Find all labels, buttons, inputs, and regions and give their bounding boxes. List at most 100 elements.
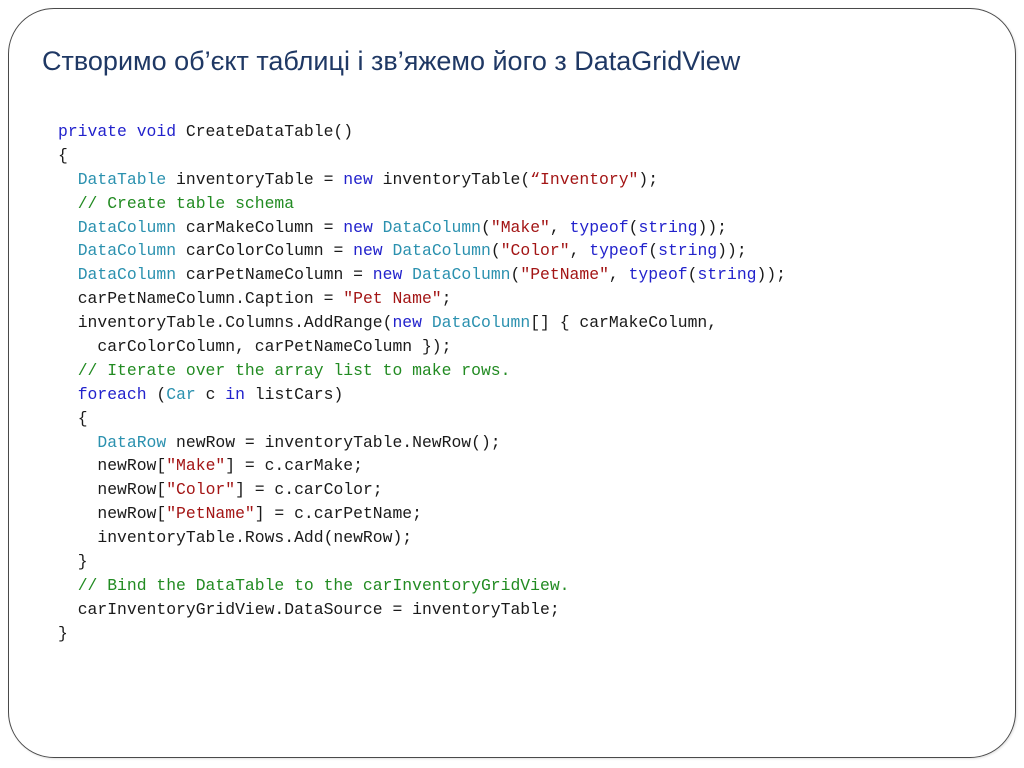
code-text: ( (481, 217, 491, 237)
string-literal: "Make" (490, 217, 550, 237)
code-text: ( (490, 241, 501, 261)
keyword: typeof (589, 241, 649, 261)
type-name: DataColumn (382, 217, 482, 237)
code-text: )); (717, 241, 747, 261)
keyword: new (343, 217, 373, 237)
code-text: )); (756, 265, 787, 285)
type-name: DataColumn (77, 241, 177, 261)
code-line: // Create table schema (58, 192, 786, 216)
keyword: new (392, 313, 422, 333)
code-line: inventoryTable.Columns.AddRange(new Data… (58, 311, 786, 335)
string-literal: "PetName" (166, 504, 255, 524)
code-line: DataColumn carPetNameColumn = new DataCo… (58, 263, 786, 287)
keyword: string (658, 241, 718, 261)
code-line: { (58, 407, 786, 431)
keyword: private void (58, 122, 177, 141)
keyword: new (353, 241, 383, 261)
code-line: DataColumn carColorColumn = new DataColu… (58, 239, 786, 263)
code-text: carMakeColumn = (176, 217, 344, 237)
code-text: c (195, 384, 226, 404)
code-line: // Bind the DataTable to the carInventor… (58, 574, 786, 598)
code-text: carPetNameColumn.Caption = (77, 289, 344, 309)
code-text: inventoryTable.Rows.Add(newRow); (97, 528, 413, 548)
keyword: foreach (77, 384, 147, 404)
keyword: string (638, 217, 698, 237)
keyword: typeof (569, 217, 629, 237)
code-text: ] = c.carPetName; (254, 504, 422, 524)
code-line: newRow["Make"] = c.carMake; (58, 454, 786, 478)
code-line: carPetNameColumn.Caption = "Pet Name"; (58, 287, 786, 311)
code-text: inventoryTable = (166, 169, 344, 189)
code-line: foreach (Car c in listCars) (58, 383, 786, 407)
code-text: ( (146, 384, 167, 404)
type-name: DataTable (77, 169, 167, 189)
code-text: inventoryTable.Columns.AddRange( (77, 313, 393, 333)
code-line: DataColumn carMakeColumn = new DataColum… (58, 216, 786, 240)
code-text: ( (648, 241, 659, 261)
code-text: newRow = inventoryTable.NewRow(); (166, 432, 501, 452)
code-text: ; (441, 289, 452, 309)
comment: // Create table schema (77, 193, 295, 213)
type-name: DataColumn (412, 265, 511, 285)
code-text: ( (510, 265, 521, 285)
slide-title: Створимо об’єкт таблиці і зв’яжемо його … (42, 46, 741, 76)
keyword: in (225, 384, 245, 404)
code-text: } (77, 552, 88, 572)
code-line: newRow["Color"] = c.carColor; (58, 478, 786, 502)
code-line: carColorColumn, carPetNameColumn }); (58, 335, 786, 359)
code-text: [] { carMakeColumn, (530, 313, 718, 333)
string-literal: "Color" (166, 480, 236, 500)
type-name: DataColumn (77, 265, 177, 285)
code-text: } (58, 623, 68, 643)
code-text: newRow[ (97, 456, 167, 476)
code-line: } (58, 622, 786, 646)
code-text: ( (687, 265, 698, 285)
string-literal: “Inventory" (530, 169, 639, 189)
string-literal: "Pet Name" (343, 289, 442, 309)
type-name: DataRow (97, 432, 167, 452)
keyword: typeof (628, 265, 688, 285)
code-line: private void CreateDataTable() (58, 120, 786, 144)
code-line: } (58, 550, 786, 574)
code-text: carColorColumn = (176, 241, 354, 261)
keyword: string (697, 265, 757, 285)
code-line: carInventoryGridView.DataSource = invent… (58, 598, 786, 622)
code-text: CreateDataTable() (176, 122, 354, 141)
type-name: DataColumn (431, 313, 531, 333)
code-line: // Iterate over the array list to make r… (58, 359, 786, 383)
code-text: inventoryTable( (372, 169, 531, 189)
string-literal: "Make" (166, 456, 226, 476)
code-text: ); (638, 169, 659, 189)
code-text: carPetNameColumn = (176, 265, 373, 285)
code-text: , (569, 241, 590, 261)
string-literal: "Color" (500, 241, 570, 261)
string-literal: "PetName" (520, 265, 609, 285)
code-line: newRow["PetName"] = c.carPetName; (58, 502, 786, 526)
code-text: newRow[ (97, 480, 167, 500)
code-line: inventoryTable.Rows.Add(newRow); (58, 526, 786, 550)
keyword: new (372, 265, 403, 285)
type-name: DataColumn (77, 217, 177, 237)
code-text: , (608, 265, 629, 285)
code-text: ] = c.carColor; (235, 480, 383, 500)
